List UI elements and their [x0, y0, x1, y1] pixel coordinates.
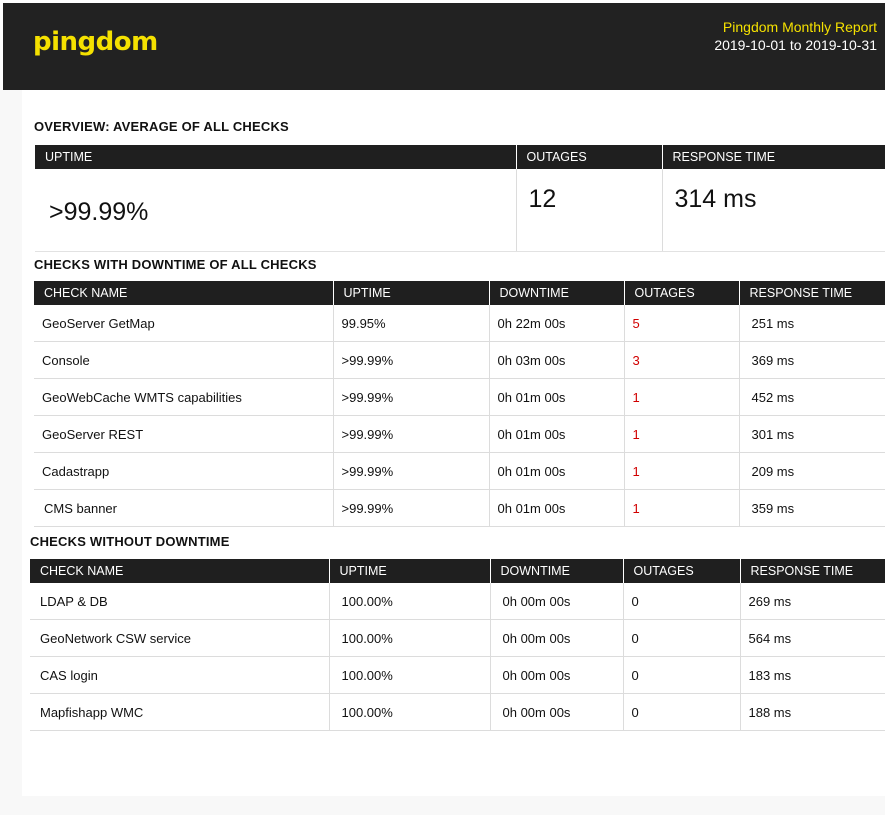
check-name: GeoWebCache WMTS capabilities [34, 378, 333, 416]
overview-col-uptime: UPTIME [35, 145, 516, 169]
uptime: 100.00% [328, 693, 490, 731]
table-row: Cadastrapp >99.99% 0h 01m 00s 1 209 ms [34, 452, 885, 490]
table-row: GeoServer GetMap 99.95% 0h 22m 00s 5 251… [34, 305, 885, 342]
uptime: >99.99% [332, 378, 489, 416]
col-outages: OUTAGES [623, 281, 739, 305]
pingdom-logo: pingdom [33, 27, 158, 57]
uptime: 100.00% [328, 656, 490, 694]
response-time: 369 ms [738, 341, 885, 379]
overview-col-response-time: RESPONSE TIME [661, 145, 885, 169]
col-check-name: CHECK NAME [30, 559, 329, 583]
downtime: 0h 00m 00s [489, 583, 623, 620]
uptime: >99.99% [332, 452, 489, 490]
check-name: CAS login [30, 656, 329, 694]
downtime: 0h 00m 00s [489, 693, 623, 731]
outages: 1 [623, 452, 739, 490]
with-downtime-table: CHECK NAME UPTIME DOWNTIME OUTAGES RESPO… [34, 281, 885, 527]
downtime: 0h 01m 00s [488, 378, 624, 416]
overview-header-row: UPTIME OUTAGES RESPONSE TIME [35, 145, 885, 169]
col-response-time: RESPONSE TIME [738, 281, 885, 305]
overview-col-outages: OUTAGES [515, 145, 662, 169]
with-downtime-title: CHECKS WITH DOWNTIME OF ALL CHECKS [34, 257, 317, 272]
downtime: 0h 22m 00s [488, 305, 624, 342]
overview-table: UPTIME OUTAGES RESPONSE TIME >99.99% 12 … [35, 145, 885, 252]
uptime: >99.99% [332, 489, 489, 527]
response-time: 564 ms [739, 619, 885, 657]
outages: 1 [623, 415, 739, 453]
uptime: 99.95% [332, 305, 489, 342]
col-check-name: CHECK NAME [34, 281, 333, 305]
check-name: LDAP & DB [30, 583, 329, 620]
outages: 3 [623, 341, 739, 379]
table-row: GeoServer REST >99.99% 0h 01m 00s 1 301 … [34, 415, 885, 453]
table-row: Mapfishapp WMC 100.00% 0h 00m 00s 0 188 … [30, 693, 885, 731]
uptime: 100.00% [328, 619, 490, 657]
check-name: Mapfishapp WMC [30, 693, 329, 731]
check-name: GeoNetwork CSW service [30, 619, 329, 657]
downtime: 0h 01m 00s [488, 489, 624, 527]
col-uptime: UPTIME [328, 559, 490, 583]
response-time: 269 ms [739, 583, 885, 620]
outages: 0 [622, 583, 740, 620]
uptime: >99.99% [332, 341, 489, 379]
downtime: 0h 01m 00s [488, 415, 624, 453]
col-outages: OUTAGES [622, 559, 740, 583]
col-downtime: DOWNTIME [489, 559, 623, 583]
check-name: CMS banner [34, 489, 333, 527]
report-title: Pingdom Monthly Report [722, 19, 877, 35]
overview-uptime-value: >99.99% [35, 169, 516, 252]
table-row: GeoNetwork CSW service 100.00% 0h 00m 00… [30, 619, 885, 657]
without-downtime-table: CHECK NAME UPTIME DOWNTIME OUTAGES RESPO… [30, 559, 885, 731]
uptime: 100.00% [328, 583, 490, 620]
overview-values-row: >99.99% 12 314 ms [35, 169, 885, 252]
table-row: LDAP & DB 100.00% 0h 00m 00s 0 269 ms [30, 583, 885, 620]
with-downtime-header-row: CHECK NAME UPTIME DOWNTIME OUTAGES RESPO… [34, 281, 885, 305]
overview-outages-value: 12 [515, 169, 662, 252]
report-date-range: 2019-10-01 to 2019-10-31 [714, 37, 877, 53]
response-time: 452 ms [738, 378, 885, 416]
without-downtime-header-row: CHECK NAME UPTIME DOWNTIME OUTAGES RESPO… [30, 559, 885, 583]
outages: 0 [622, 693, 740, 731]
overview-title: OVERVIEW: AVERAGE OF ALL CHECKS [34, 119, 289, 134]
table-row: CMS banner >99.99% 0h 01m 00s 1 359 ms [34, 489, 885, 527]
response-time: 301 ms [738, 415, 885, 453]
downtime: 0h 01m 00s [488, 452, 624, 490]
overview-response-value: 314 ms [661, 169, 885, 252]
col-response-time: RESPONSE TIME [739, 559, 885, 583]
response-time: 251 ms [738, 305, 885, 342]
col-uptime: UPTIME [332, 281, 489, 305]
outages: 5 [623, 305, 739, 342]
response-time: 183 ms [739, 656, 885, 694]
downtime: 0h 03m 00s [488, 341, 624, 379]
response-time: 209 ms [738, 452, 885, 490]
table-row: Console >99.99% 0h 03m 00s 3 369 ms [34, 341, 885, 379]
without-downtime-title: CHECKS WITHOUT DOWNTIME [30, 534, 230, 549]
outages: 0 [622, 656, 740, 694]
outages: 1 [623, 378, 739, 416]
uptime: >99.99% [332, 415, 489, 453]
report-header: pingdom Pingdom Monthly Report 2019-10-0… [3, 3, 885, 90]
response-time: 188 ms [739, 693, 885, 731]
check-name: GeoServer REST [34, 415, 333, 453]
downtime: 0h 00m 00s [489, 656, 623, 694]
report-body: OVERVIEW: AVERAGE OF ALL CHECKS UPTIME O… [0, 90, 885, 815]
col-downtime: DOWNTIME [488, 281, 624, 305]
check-name: GeoServer GetMap [34, 305, 333, 342]
check-name: Console [34, 341, 333, 379]
response-time: 359 ms [738, 489, 885, 527]
downtime: 0h 00m 00s [489, 619, 623, 657]
table-row: CAS login 100.00% 0h 00m 00s 0 183 ms [30, 656, 885, 694]
check-name: Cadastrapp [34, 452, 333, 490]
outages: 0 [622, 619, 740, 657]
table-row: GeoWebCache WMTS capabilities >99.99% 0h… [34, 378, 885, 416]
outages: 1 [623, 489, 739, 527]
